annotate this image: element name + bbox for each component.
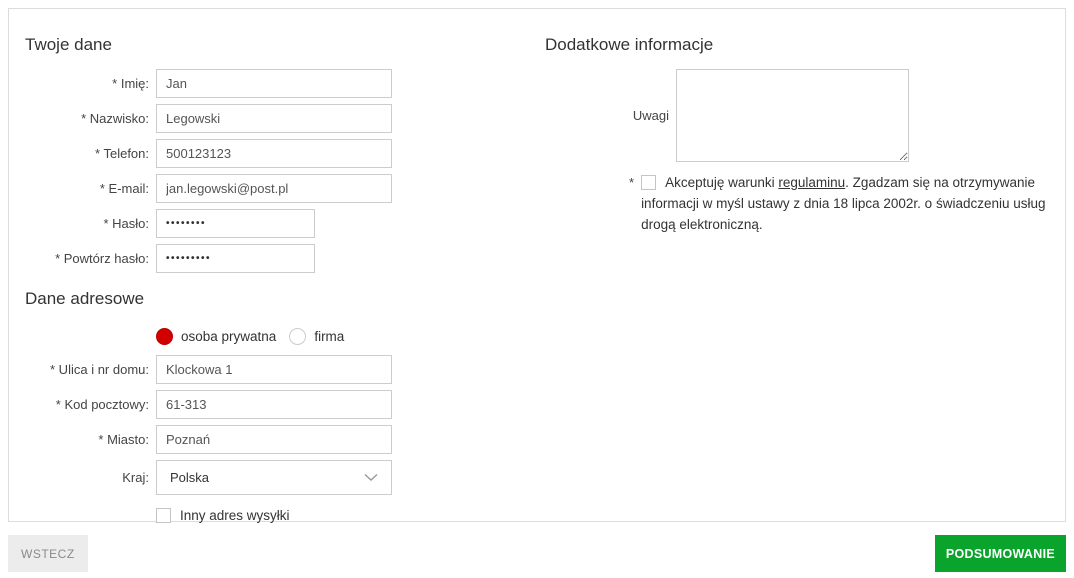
other-shipping-checkbox[interactable] bbox=[156, 507, 171, 523]
phone-input[interactable] bbox=[156, 139, 392, 168]
password-label: * Hasło: bbox=[103, 216, 149, 231]
radio-private-person-label[interactable]: osoba prywatna bbox=[181, 329, 276, 344]
radio-company-label[interactable]: firma bbox=[314, 329, 344, 344]
postal-code-label: * Kod pocztowy: bbox=[55, 397, 149, 412]
radio-private-person[interactable] bbox=[156, 327, 173, 345]
terms-regulations-link[interactable]: regulaminu bbox=[778, 175, 845, 190]
footer-actions: WSTECZ PODSUMOWANIE bbox=[8, 535, 1066, 572]
account-type-radio-group: osoba prywatna firma bbox=[156, 323, 545, 349]
last-name-input[interactable] bbox=[156, 104, 392, 133]
last-name-label: * Nazwisko: bbox=[81, 111, 149, 126]
terms-text-before-link: Akceptuję warunki bbox=[665, 175, 779, 190]
country-select[interactable]: Polska bbox=[156, 460, 392, 495]
right-column: Dodatkowe informacje Uwagi * Akceptuję w… bbox=[545, 27, 1049, 235]
form-row-street: * Ulica i nr domu: bbox=[25, 355, 545, 384]
terms-text: Akceptuję warunki regulaminu. Zgadzam si… bbox=[641, 172, 1047, 235]
password-input[interactable] bbox=[156, 209, 315, 238]
form-row-first-name: * Imię: bbox=[25, 69, 545, 98]
terms-row: * Akceptuję warunki regulaminu. Zgadzam … bbox=[629, 172, 1049, 235]
postal-code-input[interactable] bbox=[156, 390, 392, 419]
other-shipping-label[interactable]: Inny adres wysyłki bbox=[180, 508, 290, 523]
street-input[interactable] bbox=[156, 355, 392, 384]
first-name-label: * Imię: bbox=[112, 76, 149, 91]
repeat-password-label: * Powtórz hasło: bbox=[55, 251, 149, 266]
first-name-input[interactable] bbox=[156, 69, 392, 98]
registration-form-panel: Twoje dane * Imię: * Nazwisko: * Telefon… bbox=[8, 8, 1066, 523]
left-column: Twoje dane * Imię: * Nazwisko: * Telefon… bbox=[25, 27, 545, 533]
email-input[interactable] bbox=[156, 174, 392, 203]
radio-company[interactable] bbox=[289, 327, 307, 345]
repeat-password-input[interactable] bbox=[156, 244, 315, 273]
section-title-your-data: Twoje dane bbox=[25, 35, 112, 54]
remarks-label: Uwagi bbox=[632, 108, 669, 123]
form-row-email: * E-mail: bbox=[25, 174, 545, 203]
terms-checkbox[interactable] bbox=[641, 175, 657, 190]
back-button[interactable]: WSTECZ bbox=[8, 535, 88, 572]
form-row-country: Kraj: Polska bbox=[25, 460, 545, 495]
summary-button[interactable]: PODSUMOWANIE bbox=[934, 535, 1066, 572]
phone-label: * Telefon: bbox=[95, 146, 149, 161]
city-label: * Miasto: bbox=[98, 432, 149, 447]
terms-required-asterisk: * bbox=[629, 175, 635, 190]
form-row-last-name: * Nazwisko: bbox=[25, 104, 545, 133]
city-input[interactable] bbox=[156, 425, 392, 454]
country-selected-value: Polska bbox=[170, 470, 210, 485]
remarks-textarea[interactable] bbox=[676, 69, 909, 162]
section-title-additional-info: Dodatkowe informacje bbox=[545, 35, 714, 54]
form-row-phone: * Telefon: bbox=[25, 139, 545, 168]
country-label: Kraj: bbox=[122, 470, 149, 485]
form-row-repeat-password: * Powtórz hasło: bbox=[25, 244, 545, 273]
form-row-password: * Hasło: bbox=[25, 209, 545, 238]
form-row-postal-code: * Kod pocztowy: bbox=[25, 390, 545, 419]
other-shipping-row: Inny adres wysyłki bbox=[156, 503, 545, 527]
chevron-down-icon bbox=[364, 473, 378, 482]
form-row-remarks: Uwagi bbox=[545, 69, 1049, 162]
section-title-address: Dane adresowe bbox=[25, 289, 145, 308]
form-row-city: * Miasto: bbox=[25, 425, 545, 454]
street-label: * Ulica i nr domu: bbox=[50, 362, 149, 377]
email-label: * E-mail: bbox=[99, 181, 149, 196]
